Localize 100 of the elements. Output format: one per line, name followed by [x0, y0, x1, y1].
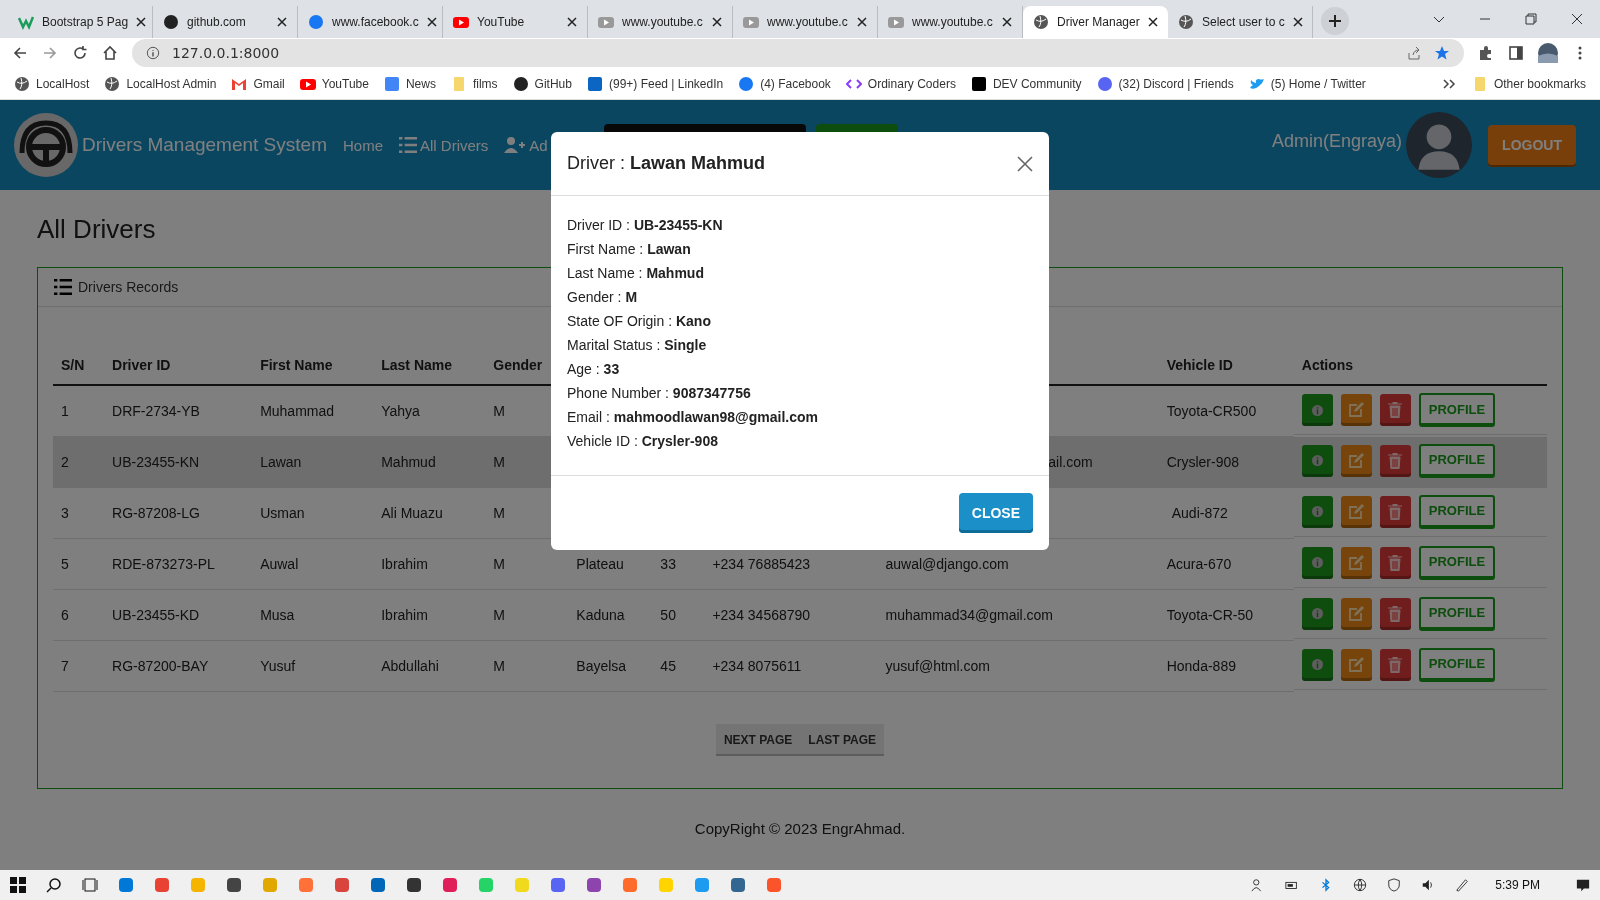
- windows-start-icon[interactable]: [10, 877, 26, 893]
- close-icon[interactable]: [426, 17, 437, 27]
- info-button[interactable]: [1301, 648, 1333, 681]
- bookmark[interactable]: Ordinary Coders: [845, 75, 956, 92]
- round-logo-icon: [512, 75, 529, 92]
- detail-line: Email : mahmoodlawan98@gmail.com: [567, 409, 819, 427]
- forward-icon[interactable]: [42, 45, 58, 61]
- share-icon[interactable]: [1406, 45, 1422, 61]
- bookmark[interactable]: (99+) Feed | LinkedIn: [586, 75, 724, 92]
- app-icon[interactable]: [730, 877, 746, 893]
- table-cell: Audi-872: [1171, 505, 1228, 521]
- avatar: [1406, 112, 1473, 178]
- bookmark[interactable]: (5) Home / Twitter: [1248, 75, 1366, 92]
- modal-title: Driver : Lawan Mahmud: [567, 153, 765, 174]
- table-cell: 1: [61, 403, 69, 419]
- delete-button[interactable]: [1379, 394, 1411, 426]
- table-cell: Honda-889: [1166, 658, 1236, 674]
- puzzle-icon[interactable]: [1478, 45, 1494, 61]
- edit-button[interactable]: [1340, 394, 1372, 426]
- info-button[interactable]: [1301, 495, 1333, 528]
- edit-button[interactable]: [1340, 546, 1372, 579]
- column-header: First Name: [260, 357, 333, 373]
- star-icon[interactable]: [1434, 45, 1450, 61]
- delete-button[interactable]: [1379, 444, 1411, 477]
- notification-icon[interactable]: [1576, 878, 1590, 892]
- info-button[interactable]: [1301, 597, 1333, 630]
- round-logo-icon: [308, 14, 324, 30]
- address-bar[interactable]: 127.0.0.1:8000: [132, 39, 1464, 67]
- app-icon[interactable]: [586, 877, 602, 893]
- table-cell: Ali Muazu: [381, 505, 443, 521]
- bookmark[interactable]: LocalHost Admin: [104, 75, 217, 92]
- info-button[interactable]: [1301, 444, 1333, 477]
- edit-button[interactable]: [1340, 495, 1372, 528]
- restore-icon[interactable]: [1525, 13, 1537, 25]
- app-icon[interactable]: [226, 877, 242, 893]
- close-icon[interactable]: [857, 17, 867, 27]
- bookmark[interactable]: Other bookmarks: [1471, 75, 1586, 92]
- globe-icon: [1178, 14, 1194, 30]
- close-icon[interactable]: [277, 17, 287, 27]
- card-title: Drivers Records: [78, 279, 179, 295]
- shield-icon[interactable]: [1387, 878, 1402, 892]
- delete-button[interactable]: [1379, 648, 1411, 681]
- browser-tab[interactable]: Driver Manager: [1023, 6, 1168, 38]
- pagination-button[interactable]: LAST PAGE: [800, 724, 885, 756]
- side-panel-icon[interactable]: [1508, 45, 1524, 61]
- new-tab-button[interactable]: [1321, 7, 1349, 35]
- close-icon[interactable]: [1148, 17, 1158, 27]
- pen-icon[interactable]: [1455, 878, 1470, 892]
- table-cell: M: [493, 556, 505, 572]
- globe-icon[interactable]: [1353, 878, 1368, 892]
- home-icon[interactable]: [102, 45, 118, 61]
- close-icon[interactable]: [567, 17, 577, 27]
- reload-icon[interactable]: [72, 45, 88, 61]
- bookmark[interactable]: (32) Discord | Friends: [1096, 75, 1234, 92]
- close-icon[interactable]: [712, 17, 722, 27]
- info-icon: [1311, 404, 1323, 416]
- bookmark[interactable]: (4) Facebook: [738, 75, 831, 92]
- bookmark[interactable]: DEV Community: [970, 75, 1082, 92]
- delete-button[interactable]: [1379, 546, 1411, 579]
- table-cell: 5: [61, 556, 69, 572]
- app-icon[interactable]: [370, 877, 386, 893]
- bookmark[interactable]: films: [450, 75, 498, 92]
- detail-line: First Name : Lawan: [567, 241, 692, 259]
- table-cell: 7: [61, 658, 69, 674]
- table-cell: 45: [660, 658, 676, 674]
- close-icon[interactable]: [1292, 17, 1303, 27]
- close-icon[interactable]: [1571, 13, 1583, 25]
- edit-button[interactable]: [1340, 444, 1372, 477]
- profile-avatar[interactable]: [1538, 43, 1558, 63]
- bookmark[interactable]: Gmail: [231, 75, 285, 92]
- close-button[interactable]: CLOSE: [958, 493, 1033, 533]
- steering-wheel-logo[interactable]: [14, 113, 78, 177]
- trash-icon: [1388, 605, 1403, 622]
- close-icon[interactable]: [1002, 17, 1012, 27]
- task-view-icon[interactable]: [82, 877, 98, 893]
- delete-button[interactable]: [1379, 495, 1411, 528]
- edit-icon: [1348, 402, 1365, 418]
- edit-button[interactable]: [1340, 648, 1372, 681]
- close-icon[interactable]: [136, 17, 147, 27]
- square-logo-icon: [970, 75, 987, 92]
- trash-icon: [1388, 452, 1403, 469]
- info-icon[interactable]: [146, 46, 160, 60]
- info-button[interactable]: [1301, 546, 1333, 579]
- info-icon: [1311, 659, 1323, 670]
- table-cell: 6: [61, 607, 69, 623]
- bookmark[interactable]: LocalHost: [14, 75, 90, 92]
- table-cell: +234 8075611: [712, 658, 802, 674]
- delete-button[interactable]: [1379, 597, 1411, 630]
- bookmark[interactable]: News: [383, 75, 436, 92]
- info-button[interactable]: [1301, 394, 1333, 426]
- trash-icon: [1388, 656, 1403, 673]
- bookmark[interactable]: GitHub: [512, 75, 572, 92]
- list-icon: [399, 137, 417, 153]
- back-icon[interactable]: [12, 45, 28, 61]
- edit-button[interactable]: [1340, 597, 1372, 630]
- bookmark[interactable]: YouTube: [299, 75, 369, 92]
- pagination-button[interactable]: NEXT PAGE: [715, 724, 801, 756]
- search-icon[interactable]: [46, 877, 62, 893]
- app-icon[interactable]: [406, 877, 422, 893]
- round-logo-icon: [163, 14, 179, 30]
